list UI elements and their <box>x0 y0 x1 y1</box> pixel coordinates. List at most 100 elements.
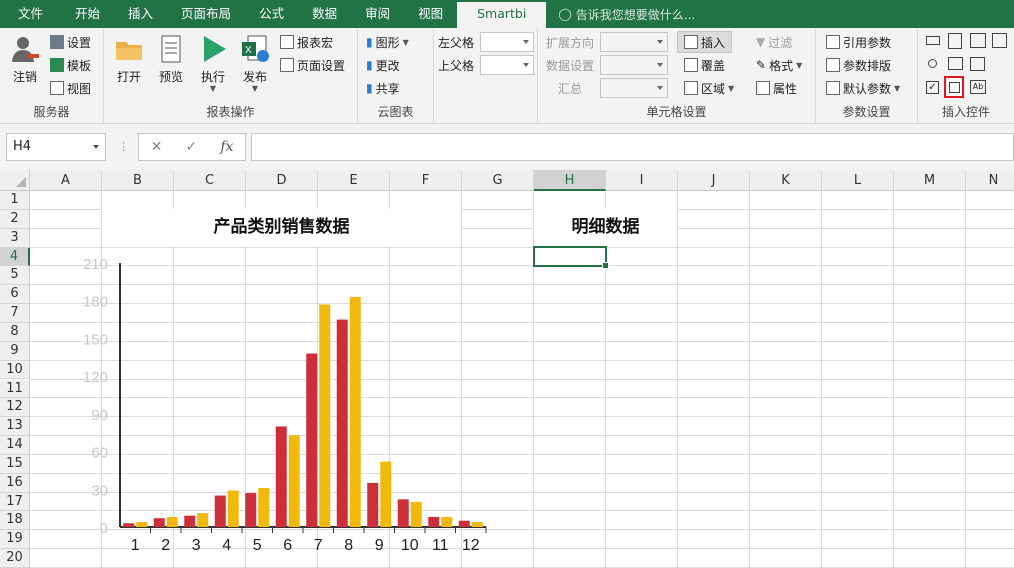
tab-page-layout[interactable]: 页面布局 <box>167 0 245 28</box>
tell-me-box[interactable]: ◯ 告诉我您想要做什么... <box>558 6 695 23</box>
col-header-k[interactable]: K <box>750 170 822 191</box>
format-button[interactable]: ✎ 格式 ▼ <box>756 55 802 75</box>
function-icon[interactable]: fx <box>220 139 233 155</box>
row-header-16[interactable]: 16 <box>0 473 30 493</box>
row-header-14[interactable]: 14 <box>0 436 30 455</box>
tree-control-icon[interactable] <box>970 57 985 71</box>
col-header-h[interactable]: H <box>534 170 606 191</box>
tab-insert[interactable]: 插入 <box>114 0 167 28</box>
logout-button[interactable]: 注销 <box>4 32 46 85</box>
up-parent-label: 上父格 <box>438 58 475 73</box>
row-header-19[interactable]: 19 <box>0 530 30 550</box>
confirm-icon[interactable]: ✓ <box>185 139 197 155</box>
col-header-d[interactable]: D <box>246 170 318 191</box>
row-header-6[interactable]: 6 <box>0 285 30 305</box>
row-header-10[interactable]: 10 <box>0 360 30 380</box>
row-header-1[interactable]: 1 <box>0 191 30 210</box>
row-header-5[interactable]: 5 <box>0 266 30 286</box>
ref-param-button[interactable]: 引用参数 <box>826 32 891 52</box>
tab-data[interactable]: 数据 <box>298 0 351 28</box>
col-header-i[interactable]: I <box>606 170 678 191</box>
col-header-l[interactable]: L <box>822 170 894 191</box>
cancel-icon[interactable]: ✕ <box>151 139 163 155</box>
property-button[interactable]: 属性 <box>756 78 797 98</box>
select-all-corner[interactable] <box>0 170 30 191</box>
cover-mode-button[interactable]: 覆盖 <box>684 55 725 75</box>
calendar-control-icon[interactable] <box>992 33 1007 48</box>
list-control-icon[interactable] <box>948 33 962 49</box>
tab-smartbi[interactable]: Smartbi <box>457 2 547 28</box>
tab-file[interactable]: 文件 <box>0 0 61 28</box>
change-button[interactable]: ▮ 更改 <box>366 55 400 75</box>
row-header-20[interactable]: 20 <box>0 549 30 568</box>
publish-button[interactable]: X 发布 ▼ <box>234 32 276 93</box>
insert-mode-button[interactable]: 插入 <box>677 31 733 53</box>
template-button[interactable]: 模板 <box>50 55 91 75</box>
row-header-17[interactable]: 17 <box>0 492 30 512</box>
tab-home[interactable]: 开始 <box>61 0 114 28</box>
group-label-server: 服务器 <box>33 105 70 119</box>
summary-select[interactable] <box>600 78 668 98</box>
col-header-f[interactable]: F <box>390 170 462 191</box>
share-button[interactable]: ▮ 共享 <box>366 78 400 98</box>
chevron-down-icon: ▼ <box>894 83 901 93</box>
col-header-g[interactable]: G <box>462 170 534 191</box>
server-settings-button[interactable]: 设置 <box>50 32 91 52</box>
row-header-7[interactable]: 7 <box>0 304 30 323</box>
row-header-8[interactable]: 8 <box>0 322 30 342</box>
row-header-9[interactable]: 9 <box>0 341 30 361</box>
excel-template-icon <box>50 58 64 72</box>
col-header-m[interactable]: M <box>894 170 966 191</box>
page-setup-button[interactable]: 页面设置 <box>280 55 345 75</box>
radio-control-icon[interactable] <box>928 59 937 68</box>
play-icon <box>198 34 228 64</box>
group-label-insert-controls: 插入控件 <box>941 105 990 119</box>
combo-control-icon[interactable] <box>948 57 963 70</box>
group-insert-controls: ✓ Ab 插入控件 <box>918 28 1014 124</box>
detail-title-cell[interactable]: 明细数据 <box>534 209 677 246</box>
preview-button[interactable]: 预览 <box>150 32 192 85</box>
col-header-a[interactable]: A <box>30 170 102 191</box>
row-header-12[interactable]: 12 <box>0 398 30 418</box>
col-header-e[interactable]: E <box>318 170 390 191</box>
region-button[interactable]: 区域 ▼ <box>684 78 734 98</box>
row-header-13[interactable]: 13 <box>0 417 30 437</box>
textbox-control-icon[interactable] <box>926 36 940 45</box>
execute-button[interactable]: 执行 ▼ <box>192 32 234 93</box>
col-header-j[interactable]: J <box>678 170 750 191</box>
more-options-icon[interactable]: ⋮ <box>118 140 129 153</box>
row-header-2[interactable]: 2 <box>0 209 30 229</box>
left-parent-select[interactable] <box>480 32 534 52</box>
selected-cell-h4[interactable] <box>533 246 609 269</box>
open-button[interactable]: 打开 <box>108 32 150 85</box>
row-header-11[interactable]: 11 <box>0 379 30 399</box>
bar-series2-5 <box>258 488 270 527</box>
view-button[interactable]: 视图 <box>50 78 91 98</box>
chart-title-cell[interactable]: 产品类别销售数据 <box>102 209 461 246</box>
row-header-3[interactable]: 3 <box>0 228 30 248</box>
label-control-icon[interactable]: Ab <box>970 80 986 94</box>
tab-formulas[interactable]: 公式 <box>245 0 298 28</box>
name-box[interactable]: H4 <box>6 133 106 161</box>
col-header-c[interactable]: C <box>174 170 246 191</box>
sales-bar-chart[interactable]: 0 30 60 90 120 150 180 210 1 2 3 4 5 6 7 8 9 10 11 12 <box>62 250 500 562</box>
grid-control-icon[interactable] <box>944 76 964 98</box>
col-header-b[interactable]: B <box>102 170 174 191</box>
report-macro-button[interactable]: 报表宏 <box>280 32 333 52</box>
checkbox-control-icon[interactable]: ✓ <box>926 81 939 94</box>
table-control-icon[interactable] <box>970 33 986 48</box>
expand-direction-select[interactable] <box>600 32 668 52</box>
param-layout-button[interactable]: 参数排版 <box>826 55 891 75</box>
data-settings-select[interactable] <box>600 55 668 75</box>
up-parent-select[interactable] <box>480 55 534 75</box>
row-header-4[interactable]: 4 <box>0 247 30 267</box>
default-param-button[interactable]: 默认参数 ▼ <box>826 78 900 98</box>
formula-input[interactable] <box>251 133 1014 161</box>
row-header-15[interactable]: 15 <box>0 454 30 474</box>
tab-review[interactable]: 审阅 <box>351 0 404 28</box>
col-header-n[interactable]: N <box>966 170 1014 191</box>
row-header-18[interactable]: 18 <box>0 511 30 531</box>
filter-button[interactable]: ▼ 过滤 <box>756 32 792 52</box>
tab-view[interactable]: 视图 <box>404 0 457 28</box>
graph-button[interactable]: ▮ 图形 ▼ <box>366 32 409 52</box>
